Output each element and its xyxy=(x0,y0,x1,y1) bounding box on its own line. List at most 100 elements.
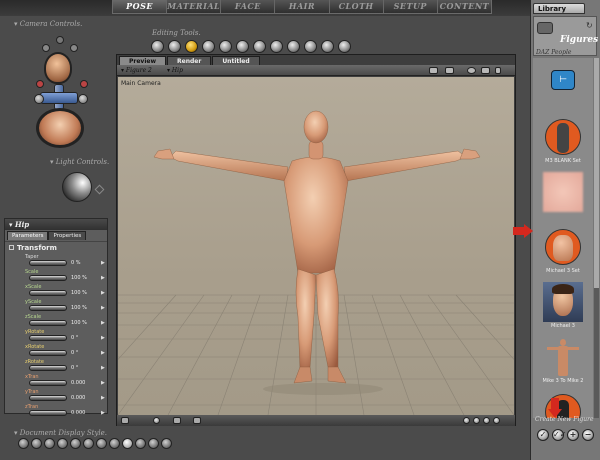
param-menu-arrow-icon[interactable]: ▶ xyxy=(101,364,105,372)
library-item[interactable] xyxy=(533,168,593,223)
param-value[interactable]: 0.000 xyxy=(71,394,85,402)
room-tab-hair[interactable]: HAIR xyxy=(275,0,330,13)
param-dial[interactable] xyxy=(29,290,67,296)
display-style-button-5[interactable] xyxy=(70,438,81,449)
library-scrollbar[interactable] xyxy=(594,58,599,418)
param-dial[interactable] xyxy=(29,410,67,416)
twist-tool-icon[interactable] xyxy=(168,40,181,53)
document-tab-preview[interactable]: Preview xyxy=(119,56,167,65)
bg-color-dot-1[interactable] xyxy=(463,417,470,424)
figure-menu[interactable]: ▾ Figure 2 xyxy=(121,66,152,75)
shadow-toggle-icon[interactable] xyxy=(153,417,160,424)
param-menu-arrow-icon[interactable]: ▶ xyxy=(101,319,105,327)
camera-trackball[interactable] xyxy=(36,108,84,148)
param-dial[interactable] xyxy=(29,380,67,386)
library-item[interactable]: ⊢ xyxy=(533,58,593,113)
scroll-right-icon[interactable] xyxy=(495,67,501,74)
room-tab-setup[interactable]: SETUP xyxy=(384,0,438,13)
library-item[interactable]: Michael 3 Set xyxy=(533,223,593,278)
library-thumbnail[interactable] xyxy=(543,337,583,377)
display-style-button-1[interactable] xyxy=(18,438,29,449)
rotate-tool-icon[interactable] xyxy=(151,40,164,53)
param-dial[interactable] xyxy=(29,350,67,356)
param-value[interactable]: 100 % xyxy=(71,319,87,327)
document-tab-untitled[interactable]: Untitled xyxy=(212,56,260,65)
param-value[interactable]: 0 ° xyxy=(71,364,78,372)
param-menu-arrow-icon[interactable]: ▶ xyxy=(101,379,105,387)
param-menu-arrow-icon[interactable]: ▶ xyxy=(101,394,105,402)
param-value[interactable]: 100 % xyxy=(71,274,87,282)
library-refresh-icon[interactable]: ↻ xyxy=(586,21,593,30)
add-to-library-button[interactable]: + xyxy=(567,429,579,441)
param-menu-arrow-icon[interactable]: ▶ xyxy=(101,259,105,267)
param-value[interactable]: 100 % xyxy=(71,304,87,312)
camera-right-arrow-icon[interactable] xyxy=(78,94,88,104)
param-value[interactable]: 100 % xyxy=(71,289,87,297)
param-dial[interactable] xyxy=(29,320,67,326)
taper-tool-icon[interactable] xyxy=(236,40,249,53)
light-sphere-control[interactable] xyxy=(62,172,92,202)
collapse-toggle-icon[interactable] xyxy=(9,245,14,250)
param-menu-arrow-icon[interactable]: ▶ xyxy=(101,409,105,417)
param-dial[interactable] xyxy=(29,305,67,311)
param-value[interactable]: 0 ° xyxy=(71,334,78,342)
chain-break-tool-icon[interactable] xyxy=(253,40,266,53)
room-tab-cloth[interactable]: CLOTH xyxy=(330,0,384,13)
library-item[interactable]: Michael 3 xyxy=(533,278,593,333)
camera-face-icon[interactable] xyxy=(42,44,50,52)
param-dial[interactable] xyxy=(29,260,67,266)
panel-tab-properties[interactable]: Properties xyxy=(48,231,87,240)
param-dial[interactable] xyxy=(29,275,67,281)
library-thumbnail[interactable] xyxy=(543,117,583,157)
display-style-button-3[interactable] xyxy=(44,438,55,449)
display-style-button-11[interactable] xyxy=(148,438,159,449)
view-magnifier-tool-icon[interactable] xyxy=(304,40,317,53)
param-dial[interactable] xyxy=(29,335,67,341)
library-thumbnail[interactable] xyxy=(543,227,583,267)
direct-manipulation-tool-icon[interactable] xyxy=(338,40,351,53)
ground-plane-icon[interactable] xyxy=(173,417,181,424)
render-settings-icon[interactable] xyxy=(429,67,438,74)
display-style-button-2[interactable] xyxy=(31,438,42,449)
param-menu-arrow-icon[interactable]: ▶ xyxy=(101,334,105,342)
parameters-panel-header[interactable]: ▾ Hip xyxy=(5,219,107,230)
library-scroll-thumb[interactable] xyxy=(594,58,599,288)
preview-dock-icon[interactable] xyxy=(121,417,129,424)
param-value[interactable]: 0.000 xyxy=(71,379,85,387)
library-subcategory[interactable]: DAZ People xyxy=(536,49,571,56)
panel-tab-parameters[interactable]: Parameters xyxy=(7,231,49,240)
apply-replace-button[interactable]: ✓ xyxy=(537,429,549,441)
param-value[interactable]: 0.000 xyxy=(71,409,85,417)
scale-tool-icon[interactable] xyxy=(219,40,232,53)
camera-move-xz-control[interactable] xyxy=(40,92,78,104)
area-render-icon[interactable] xyxy=(445,67,454,74)
light-add-icon[interactable] xyxy=(94,184,105,195)
room-tab-material[interactable]: MATERIAL xyxy=(167,0,222,13)
param-menu-arrow-icon[interactable]: ▶ xyxy=(101,349,105,357)
remove-from-library-button[interactable]: − xyxy=(582,429,594,441)
display-style-button-12[interactable] xyxy=(161,438,172,449)
display-style-button-8[interactable] xyxy=(109,438,120,449)
camera-left-arrow-icon[interactable] xyxy=(34,94,44,104)
library-item[interactable]: M3 BLANK Set xyxy=(533,113,593,168)
param-dial[interactable] xyxy=(29,395,67,401)
hide-body-icon[interactable] xyxy=(193,417,201,424)
display-style-button-4[interactable] xyxy=(57,438,68,449)
bg-color-dot-3[interactable] xyxy=(483,417,490,424)
library-thumbnail[interactable] xyxy=(543,172,583,212)
grouping-tool-icon[interactable] xyxy=(287,40,300,53)
display-style-button-7[interactable] xyxy=(96,438,107,449)
library-tab[interactable]: Library xyxy=(533,3,585,14)
camera-view-icon[interactable] xyxy=(467,67,476,74)
camera-hand-icon[interactable] xyxy=(56,36,64,44)
param-value[interactable]: 0 % xyxy=(71,259,81,267)
color-tool-icon[interactable] xyxy=(270,40,283,53)
param-dial[interactable] xyxy=(29,365,67,371)
param-value[interactable]: 0 ° xyxy=(71,349,78,357)
library-item[interactable] xyxy=(533,388,593,418)
camera-hand-right-icon[interactable] xyxy=(70,44,78,52)
camera-red-marker-icon[interactable] xyxy=(36,80,44,88)
translate-in-out-tool-icon[interactable] xyxy=(202,40,215,53)
param-menu-arrow-icon[interactable]: ▶ xyxy=(101,274,105,282)
document-tab-render[interactable]: Render xyxy=(167,56,212,65)
